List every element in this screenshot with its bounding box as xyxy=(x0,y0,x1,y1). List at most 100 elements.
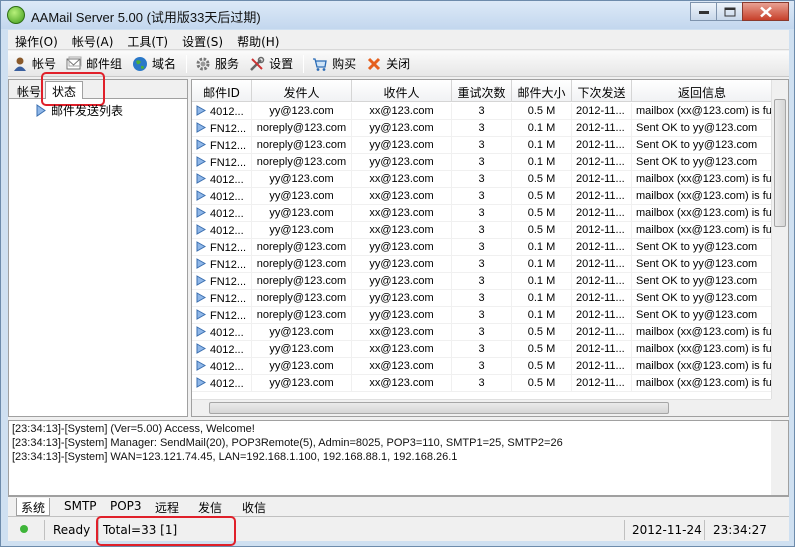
vertical-scroll-thumb[interactable] xyxy=(774,99,786,227)
cell-sender-text: noreply@123.com xyxy=(256,241,347,253)
cell-return-info-text: mailbox (xx@123.com) is full xyxy=(636,105,773,117)
col-mail-id[interactable]: 邮件ID xyxy=(192,80,252,102)
domain-button-label: 域名 xyxy=(152,57,177,71)
table-row[interactable]: FN12... noreply@123.com yy@123.com 3 0.1 M 20… xyxy=(192,256,773,273)
cell-recipient-text: xx@123.com xyxy=(369,173,434,185)
title-bar[interactable]: AAMail Server 5.00 (试用版33天后过期) xyxy=(1,1,794,29)
scroll-corner xyxy=(771,399,788,416)
globe-icon xyxy=(132,56,148,72)
cell-retry-text: 3 xyxy=(478,207,485,219)
col-retry-count[interactable]: 重试次数 xyxy=(452,80,512,102)
table-row[interactable]: 4012... yy@123.com xx@123.com 3 0.5 M 2012-11… xyxy=(192,103,773,120)
cell-next-send: 2012-11... xyxy=(572,358,632,375)
cell-mail-id: FN12... xyxy=(192,154,252,171)
table-header: 邮件ID 发件人 收件人 重试次数 邮件大小 下次发送 返回信息 xyxy=(192,80,773,102)
cell-sender-text: yy@123.com xyxy=(269,343,334,355)
tree-item-send-list[interactable]: 邮件发送列表 xyxy=(35,102,123,119)
col-next-send[interactable]: 下次发送 xyxy=(572,80,632,102)
table-row[interactable]: FN12... noreply@123.com yy@123.com 3 0.1 M 20… xyxy=(192,120,773,137)
cell-retry: 3 xyxy=(452,188,512,205)
status-date: 2012-11-24 xyxy=(624,520,704,540)
table-row[interactable]: FN12... noreply@123.com yy@123.com 3 0.1 M 20… xyxy=(192,154,773,171)
service-button[interactable]: 服务 xyxy=(191,53,245,75)
tab-system[interactable]: 系统 xyxy=(16,498,51,516)
horizontal-scroll-thumb[interactable] xyxy=(209,402,669,414)
tab-send[interactable]: 发信 xyxy=(194,498,226,516)
table-row[interactable]: 4012... yy@123.com xx@123.com 3 0.5 M 2012-11… xyxy=(192,171,773,188)
cell-sender: noreply@123.com xyxy=(252,154,352,171)
table-row[interactable]: 4012... yy@123.com xx@123.com 3 0.5 M 2012-11… xyxy=(192,324,773,341)
table-row[interactable]: FN12... noreply@123.com yy@123.com 3 0.1 M 20… xyxy=(192,239,773,256)
table-row[interactable]: 4012... yy@123.com xx@123.com 3 0.5 M 2012-11… xyxy=(192,341,773,358)
tab-smtp[interactable]: SMTP xyxy=(60,498,101,516)
cell-size: 0.1 M xyxy=(512,154,572,171)
col-return-info[interactable]: 返回信息 xyxy=(632,80,773,102)
cell-mail-id-text: FN12... xyxy=(210,276,247,288)
table-row[interactable]: 4012... yy@123.com xx@123.com 3 0.5 M 2012-11… xyxy=(192,222,773,239)
menu-operate[interactable]: 操作(O) xyxy=(8,30,65,49)
cell-retry-text: 3 xyxy=(478,139,485,151)
cell-next-send: 2012-11... xyxy=(572,222,632,239)
col-mail-size[interactable]: 邮件大小 xyxy=(512,80,572,102)
cell-size-text: 0.5 M xyxy=(527,190,556,202)
status-ready: Ready xyxy=(44,520,98,540)
cell-return-info: mailbox (xx@123.com) is full xyxy=(632,222,773,239)
cell-size: 0.1 M xyxy=(512,120,572,137)
cell-sender-text: yy@123.com xyxy=(269,224,334,236)
cell-recipient: xx@123.com xyxy=(352,341,452,358)
cell-retry-text: 3 xyxy=(478,292,485,304)
cell-mail-id: 4012... xyxy=(192,358,252,375)
cell-size-text: 0.5 M xyxy=(527,377,556,389)
log-scrollbar[interactable] xyxy=(771,421,788,495)
menu-settings[interactable]: 设置(S) xyxy=(175,30,230,49)
table-row[interactable]: FN12... noreply@123.com yy@123.com 3 0.1 M 20… xyxy=(192,137,773,154)
col-recipient[interactable]: 收件人 xyxy=(352,80,452,102)
account-button-label: 帐号 xyxy=(32,57,57,71)
tab-receive[interactable]: 收信 xyxy=(238,498,270,516)
table-row[interactable]: FN12... noreply@123.com yy@123.com 3 0.1 M 20… xyxy=(192,273,773,290)
cell-next-send-text: 2012-11... xyxy=(576,292,625,304)
close-button[interactable]: 关闭 xyxy=(362,53,416,75)
cell-retry: 3 xyxy=(452,358,512,375)
buy-button[interactable]: 购买 xyxy=(308,53,362,75)
menu-account[interactable]: 帐号(A) xyxy=(65,30,121,49)
menu-tools[interactable]: 工具(T) xyxy=(120,30,175,49)
cell-size-text: 0.1 M xyxy=(527,139,556,151)
table-row[interactable]: 4012... yy@123.com xx@123.com 3 0.5 M 2012-11… xyxy=(192,205,773,222)
cell-sender: yy@123.com xyxy=(252,188,352,205)
cell-size-text: 0.5 M xyxy=(527,207,556,219)
minimize-button[interactable] xyxy=(690,2,717,21)
tab-remote[interactable]: 远程 xyxy=(151,498,183,516)
cell-size-text: 0.1 M xyxy=(527,156,556,168)
table-row[interactable]: 4012... yy@123.com xx@123.com 3 0.5 M 2012-11… xyxy=(192,358,773,375)
maximize-button[interactable] xyxy=(716,2,743,21)
table-row[interactable]: 4012... yy@123.com xx@123.com 3 0.5 M 2012-11… xyxy=(192,375,773,392)
cell-size-text: 0.1 M xyxy=(527,309,556,321)
col-sender[interactable]: 发件人 xyxy=(252,80,352,102)
buy-button-label: 购买 xyxy=(332,57,357,71)
table-row[interactable]: FN12... noreply@123.com yy@123.com 3 0.1 M 20… xyxy=(192,290,773,307)
domain-button[interactable]: 域名 xyxy=(128,53,182,75)
tab-pop3[interactable]: POP3 xyxy=(106,498,146,516)
table-row[interactable]: FN12... noreply@123.com yy@123.com 3 0.1 M 20… xyxy=(192,307,773,324)
table-row[interactable]: 4012... yy@123.com xx@123.com 3 0.5 M 2012-11… xyxy=(192,188,773,205)
cell-recipient-text: yy@123.com xyxy=(369,122,434,134)
cell-return-info: Sent OK to yy@123.com xyxy=(632,154,773,171)
table-body: 4012... yy@123.com xx@123.com 3 0.5 M 2012-11… xyxy=(192,103,773,392)
cell-next-send: 2012-11... xyxy=(572,103,632,120)
cell-size-text: 0.5 M xyxy=(527,224,556,236)
cell-mail-id-text: 4012... xyxy=(210,208,244,220)
vertical-scrollbar[interactable] xyxy=(771,80,788,399)
cell-retry: 3 xyxy=(452,222,512,239)
toolbar-separator xyxy=(186,54,188,73)
cell-return-info: mailbox (xx@123.com) is full xyxy=(632,205,773,222)
cell-retry-text: 3 xyxy=(478,173,485,185)
close-window-button[interactable] xyxy=(742,2,789,21)
cell-retry: 3 xyxy=(452,341,512,358)
settings-button[interactable]: 设置 xyxy=(245,53,299,75)
cell-next-send-text: 2012-11... xyxy=(576,224,625,236)
horizontal-scrollbar[interactable] xyxy=(192,399,773,416)
menu-help[interactable]: 帮助(H) xyxy=(230,30,286,49)
toolbar: 帐号 邮件组 域名 服务 设置 购买 关闭 xyxy=(8,51,789,77)
cell-recipient-text: xx@123.com xyxy=(369,343,434,355)
